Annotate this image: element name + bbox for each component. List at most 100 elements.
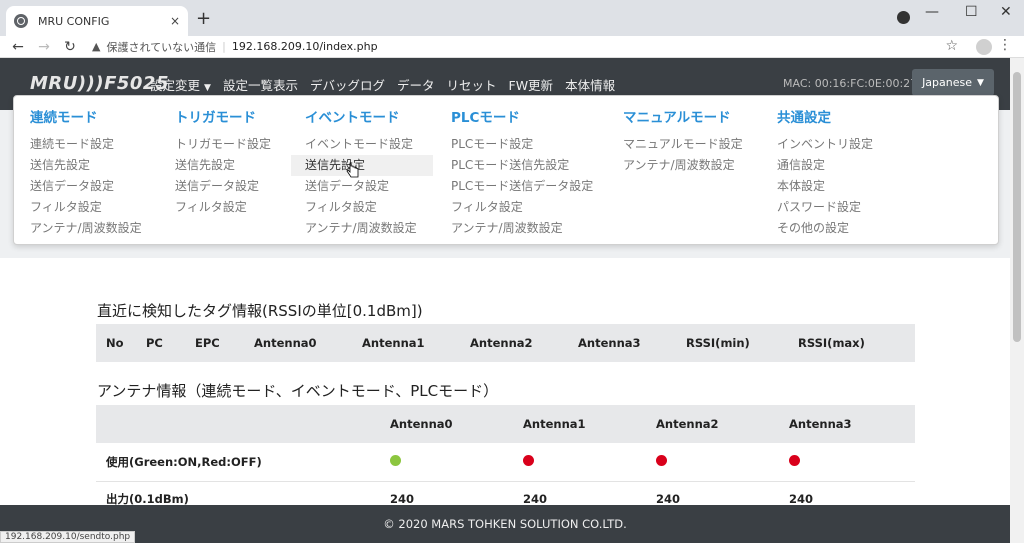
dropdown-item[interactable]: PLCモード送信先設定 <box>451 155 593 176</box>
column-header: Antenna0 <box>254 336 317 350</box>
profile-icon[interactable] <box>897 11 910 24</box>
dropdown-item[interactable]: フィルタ設定 <box>30 197 142 218</box>
tag-info-table: No PC EPC Antenna0 Antenna1 Antenna2 Ant… <box>96 324 915 362</box>
column-header: Antenna3 <box>578 336 641 350</box>
new-tab-button[interactable]: + <box>196 8 211 29</box>
column-header: Antenna0 <box>390 417 453 431</box>
antenna-info-title: アンテナ情報（連続モード、イベントモード、PLCモード） <box>97 382 499 400</box>
dropdown-item[interactable]: フィルタ設定 <box>175 197 271 218</box>
settings-dropdown-menu: 連続モード 連続モード設定 送信先設定 送信データ設定 フィルタ設定 アンテナ/… <box>13 95 999 245</box>
menu-fw-update[interactable]: FW更新 <box>509 75 554 94</box>
browser-menu-icon[interactable]: ⋮ <box>998 37 1012 53</box>
dropdown-item[interactable]: その他の設定 <box>777 218 873 239</box>
antenna-status-cell <box>390 443 523 481</box>
dropdown-item[interactable]: アンテナ/周波数設定 <box>451 218 593 239</box>
status-dot-icon <box>656 454 667 466</box>
dropdown-heading[interactable]: PLCモード <box>451 106 593 126</box>
column-header <box>96 405 390 443</box>
dropdown-heading[interactable]: 連続モード <box>30 106 142 126</box>
dropdown-item[interactable]: 送信データ設定 <box>30 176 142 197</box>
menu-debug-log[interactable]: デバッグログ <box>310 75 385 94</box>
table-row: 使用(Green:ON,Red:OFF) <box>96 443 915 481</box>
hand-cursor-icon <box>346 162 359 178</box>
dropdown-item[interactable]: イベントモード設定 <box>305 134 433 155</box>
dropdown-item[interactable]: アンテナ/周波数設定 <box>305 218 433 239</box>
dropdown-item[interactable]: フィルタ設定 <box>451 197 593 218</box>
dropdown-item[interactable]: 送信先設定 <box>30 155 142 176</box>
reload-icon[interactable]: ↻ <box>62 39 78 55</box>
table-header-row: Antenna0 Antenna1 Antenna2 Antenna3 <box>96 405 915 443</box>
dropdown-item[interactable]: 通信設定 <box>777 155 873 176</box>
column-header: RSSI(max) <box>798 336 865 350</box>
dropdown-item[interactable]: PLCモード設定 <box>451 134 593 155</box>
tab-title: MRU CONFIG <box>38 14 110 28</box>
bookmark-star-icon[interactable]: ☆ <box>945 38 958 54</box>
dropdown-column-continuous: 連続モード 連続モード設定 送信先設定 送信データ設定 フィルタ設定 アンテナ/… <box>30 106 142 239</box>
minimize-icon[interactable]: — <box>925 4 939 20</box>
dropdown-item[interactable]: フィルタ設定 <box>305 197 433 218</box>
antenna-status-cell <box>656 443 789 481</box>
menu-settings-change[interactable]: 設定変更 ▼ <box>150 75 211 94</box>
dropdown-item[interactable]: アンテナ/周波数設定 <box>623 155 743 176</box>
dropdown-item[interactable]: 連続モード設定 <box>30 134 142 155</box>
language-dropdown[interactable]: Japanese ▼ <box>912 69 994 96</box>
dropdown-item[interactable]: トリガモード設定 <box>175 134 271 155</box>
warning-icon[interactable]: ▲ <box>92 40 100 53</box>
status-dot-icon <box>390 454 401 466</box>
scrollbar-thumb[interactable] <box>1013 72 1021 342</box>
antenna-status-cell <box>789 443 915 481</box>
column-header: Antenna3 <box>789 417 852 431</box>
mac-address: MAC: 00:16:FC:0E:00:27 <box>783 77 918 90</box>
back-icon[interactable]: ← <box>10 39 26 55</box>
tab-close-icon[interactable]: × <box>170 14 180 28</box>
window-close-icon[interactable]: ✕ <box>1000 4 1012 20</box>
language-label: Japanese <box>922 76 973 89</box>
main-menu: 設定変更 ▼ 設定一覧表示 デバッグログ データ リセット FW更新 本体情報 <box>150 75 627 94</box>
status-dot-icon <box>789 454 800 466</box>
globe-icon <box>14 14 28 28</box>
dropdown-item[interactable]: マニュアルモード設定 <box>623 134 743 155</box>
antenna-status-cell <box>523 443 656 481</box>
menu-data[interactable]: データ <box>397 75 435 94</box>
status-dot-icon <box>523 454 534 466</box>
column-header: RSSI(min) <box>686 336 750 350</box>
browser-tab[interactable]: MRU CONFIG × <box>6 6 188 36</box>
brand-logo[interactable]: MRU)))F5025 <box>30 73 169 94</box>
dropdown-column-event: イベントモード イベントモード設定 送信先設定 送信データ設定 フィルタ設定 ア… <box>291 106 433 239</box>
address-bar: ← → ↻ ▲ 保護されていない通信 | 192.168.209.10/inde… <box>0 36 1024 58</box>
dropdown-column-manual: マニュアルモード マニュアルモード設定 アンテナ/周波数設定 <box>623 106 743 176</box>
column-header: No <box>106 336 124 350</box>
dropdown-item[interactable]: パスワード設定 <box>777 197 873 218</box>
caret-down-icon: ▼ <box>204 83 211 93</box>
antenna-info-table: Antenna0 Antenna1 Antenna2 Antenna3 使用(G… <box>96 405 915 517</box>
row-label: 使用(Green:ON,Red:OFF) <box>106 454 262 469</box>
url-text[interactable]: 192.168.209.10/index.php <box>232 40 378 53</box>
dropdown-item[interactable]: アンテナ/周波数設定 <box>30 218 142 239</box>
dropdown-heading[interactable]: 共通設定 <box>777 106 873 126</box>
dropdown-item[interactable]: PLCモード送信データ設定 <box>451 176 593 197</box>
caret-down-icon: ▼ <box>977 77 984 88</box>
account-icon[interactable] <box>976 39 992 55</box>
dropdown-item[interactable]: 送信先設定 <box>175 155 271 176</box>
app-page: MRU)))F5025 設定変更 ▼ 設定一覧表示 デバッグログ データ リセット… <box>0 58 1010 543</box>
menu-device-info[interactable]: 本体情報 <box>565 75 615 94</box>
dropdown-item[interactable]: 本体設定 <box>777 176 873 197</box>
dropdown-item[interactable]: 送信データ設定 <box>305 176 433 197</box>
tag-info-title: 直近に検知したタグ情報(RSSIの単位[0.1dBm]) <box>97 302 423 320</box>
maximize-icon[interactable]: ☐ <box>965 4 978 20</box>
dropdown-heading[interactable]: トリガモード <box>175 106 271 126</box>
dropdown-item-hovered[interactable]: 送信先設定 <box>291 155 433 176</box>
dropdown-heading[interactable]: マニュアルモード <box>623 106 743 126</box>
column-header: Antenna1 <box>523 417 586 431</box>
menu-reset[interactable]: リセット <box>446 75 496 94</box>
column-header: PC <box>146 336 163 350</box>
dropdown-column-plc: PLCモード PLCモード設定 PLCモード送信先設定 PLCモード送信データ設… <box>451 106 593 239</box>
page-scrollbar[interactable] <box>1010 58 1024 543</box>
dropdown-item[interactable]: 送信データ設定 <box>175 176 271 197</box>
dropdown-heading[interactable]: イベントモード <box>305 106 433 126</box>
url-box[interactable]: ▲ 保護されていない通信 | 192.168.209.10/index.php <box>92 36 378 58</box>
security-label[interactable]: 保護されていない通信 <box>106 39 216 55</box>
dropdown-item[interactable]: インベントリ設定 <box>777 134 873 155</box>
menu-settings-list[interactable]: 設定一覧表示 <box>223 75 298 94</box>
forward-icon[interactable]: → <box>36 39 52 55</box>
